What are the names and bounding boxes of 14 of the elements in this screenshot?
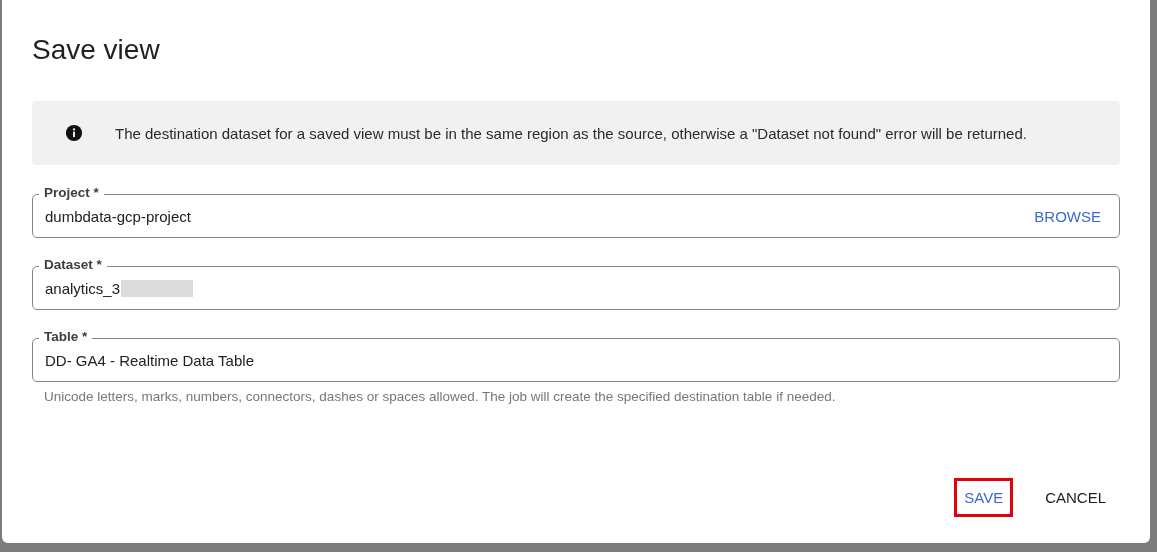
save-button[interactable]: SAVE: [954, 478, 1014, 517]
text-field[interactable]: Table * DD- GA4 - Realtime Data Table: [32, 329, 1120, 382]
info-icon: [65, 124, 83, 142]
field-value: dumbdata-gcp-project: [45, 208, 191, 225]
field-value: analytics_3: [45, 280, 121, 297]
text-field[interactable]: Dataset * analytics_3: [32, 257, 1120, 310]
field-value: DD- GA4 - Realtime Data Table: [45, 352, 254, 369]
field-label: Project *: [39, 185, 104, 201]
notice-text: The destination dataset for a saved view must be in the same region as the source, otherwise a "Dataset not found" error will be returned.: [115, 124, 1027, 142]
text-field[interactable]: Project * dumbdata-gcp-project BROWSE: [32, 185, 1120, 238]
dialog-title: Save view: [32, 33, 161, 67]
hint-text: Unicode letters, marks, numbers, connectors, dashes or spaces allowed. The job will create the specified destination table if needed.: [43, 389, 837, 404]
cancel-button[interactable]: CANCEL: [1035, 478, 1116, 517]
browse-button[interactable]: BROWSE: [1034, 207, 1101, 225]
